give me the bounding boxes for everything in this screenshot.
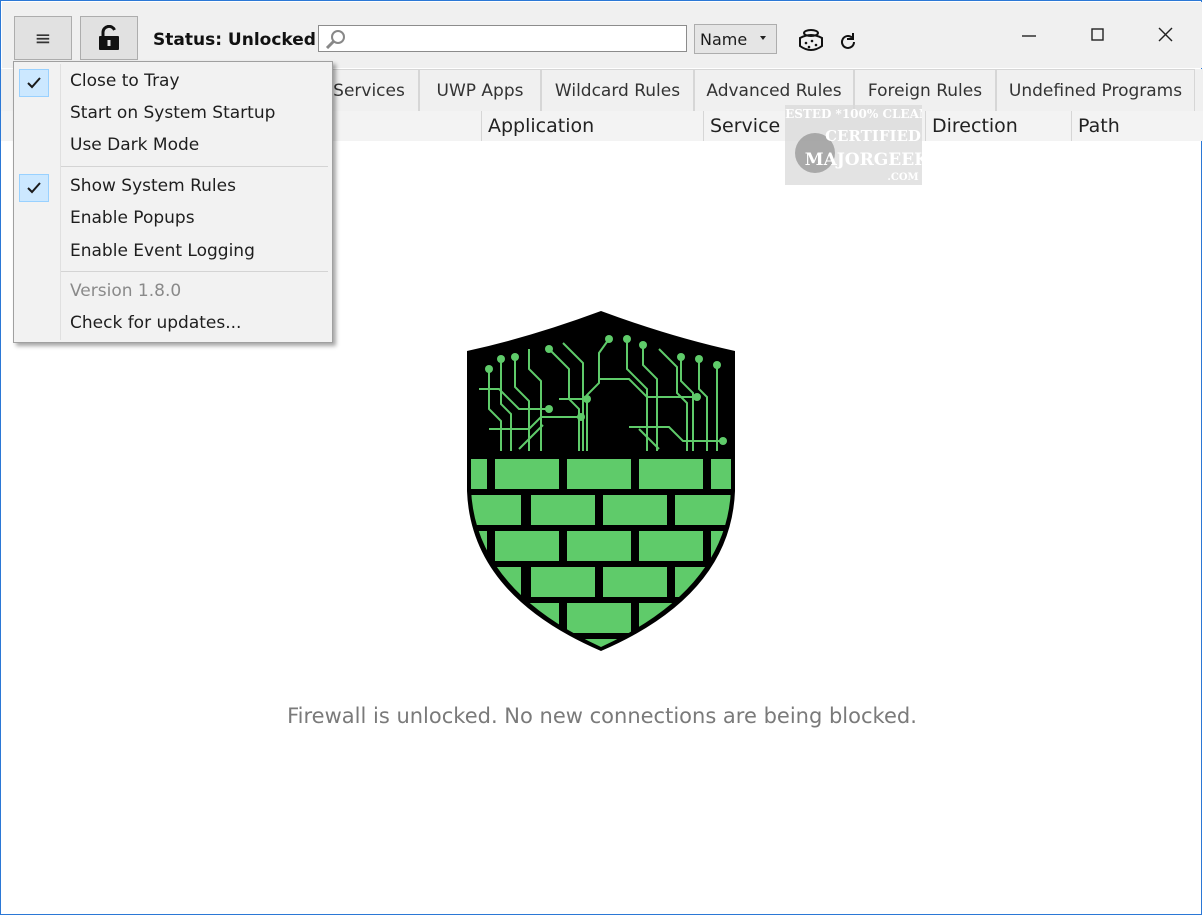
search-input[interactable]	[349, 28, 683, 50]
watermark-line-2: CERTIFIED	[825, 127, 921, 145]
settings-dropdown-menu: Close to Tray Start on System Startup Us…	[13, 61, 333, 343]
menu-item-enable-popups[interactable]: Enable Popups	[14, 204, 332, 234]
menu-item-check-for-updates[interactable]: Check for updates...	[14, 309, 332, 339]
app-window: ≡ Status: Unlocked Name Services UWP App…	[0, 0, 1203, 915]
menu-item-label: Check for updates...	[70, 313, 242, 333]
cookie-jar-icon[interactable]	[796, 26, 826, 54]
watermark-line-3: MAJORGEEKS	[805, 150, 922, 170]
tab-services[interactable]: Services	[319, 69, 419, 111]
menu-item-version: Version 1.8.0	[14, 277, 332, 307]
menu-item-show-system-rules[interactable]: Show System Rules	[14, 172, 332, 202]
firewall-status-message: Firewall is unlocked. No new connections…	[287, 704, 917, 728]
refresh-icon[interactable]	[838, 32, 858, 52]
close-icon[interactable]	[1157, 26, 1175, 44]
tab-label: Services	[333, 80, 405, 101]
menu-item-label: Enable Popups	[70, 208, 195, 228]
tab-label: Foreign Rules	[867, 80, 983, 101]
column-header-label: Direction	[932, 115, 1018, 137]
menu-item-label: Close to Tray	[70, 71, 180, 91]
tab-label: Advanced Rules	[706, 80, 842, 101]
column-header-direction[interactable]: Direction	[925, 111, 1069, 141]
hamburger-menu-button[interactable]: ≡	[14, 16, 72, 60]
tab-wildcard-rules[interactable]: Wildcard Rules	[541, 69, 694, 111]
toolbar: ≡ Status: Unlocked Name	[2, 2, 1202, 68]
column-header-application[interactable]: Application	[481, 111, 701, 141]
menu-item-label: Version 1.8.0	[70, 281, 182, 301]
menu-item-use-dark-mode[interactable]: Use Dark Mode	[14, 131, 332, 161]
sort-select[interactable]: Name	[694, 24, 777, 54]
shield-firewall-icon	[467, 311, 735, 651]
menu-separator	[61, 271, 328, 272]
minimize-icon[interactable]	[1020, 34, 1038, 38]
status-label: Status: Unlocked	[153, 30, 316, 50]
tab-label: Undefined Programs	[1008, 80, 1183, 101]
sort-select-value: Name	[700, 29, 748, 49]
menu-item-enable-event-logging[interactable]: Enable Event Logging	[14, 237, 332, 267]
lock-toggle-button[interactable]	[80, 16, 138, 60]
tab-label: UWP Apps	[436, 80, 524, 101]
unlock-icon	[99, 25, 119, 50]
menu-item-close-to-tray[interactable]: Close to Tray	[14, 67, 332, 97]
column-header-label: Service	[710, 115, 781, 137]
watermark-line-4: .COM	[887, 172, 918, 183]
menu-item-label: Start on System Startup	[70, 103, 276, 123]
tab-undefined-programs[interactable]: Undefined Programs	[996, 69, 1195, 111]
maximize-icon[interactable]	[1090, 27, 1106, 43]
column-header-label: Path	[1078, 115, 1120, 137]
majorgeeks-watermark: TESTED *100% CLEAN CERTIFIED MAJORGEEKS …	[785, 105, 922, 185]
menu-item-label: Enable Event Logging	[70, 241, 255, 261]
chevron-down-icon	[760, 36, 766, 40]
menu-separator	[61, 166, 328, 167]
checkmark-icon	[19, 69, 49, 97]
menu-item-label: Show System Rules	[70, 176, 236, 196]
search-box[interactable]	[318, 25, 687, 52]
search-icon	[325, 30, 345, 49]
tab-label: Wildcard Rules	[554, 80, 681, 101]
menu-item-start-on-system-startup[interactable]: Start on System Startup	[14, 99, 332, 129]
column-header-label: Application	[488, 115, 595, 137]
column-header-path[interactable]: Path	[1071, 111, 1201, 141]
checkmark-icon	[19, 174, 49, 202]
tab-uwp-apps[interactable]: UWP Apps	[419, 69, 541, 111]
hamburger-menu-icon: ≡	[34, 26, 52, 50]
menu-item-label: Use Dark Mode	[70, 135, 200, 155]
watermark-line-1: TESTED *100% CLEAN	[785, 107, 922, 121]
